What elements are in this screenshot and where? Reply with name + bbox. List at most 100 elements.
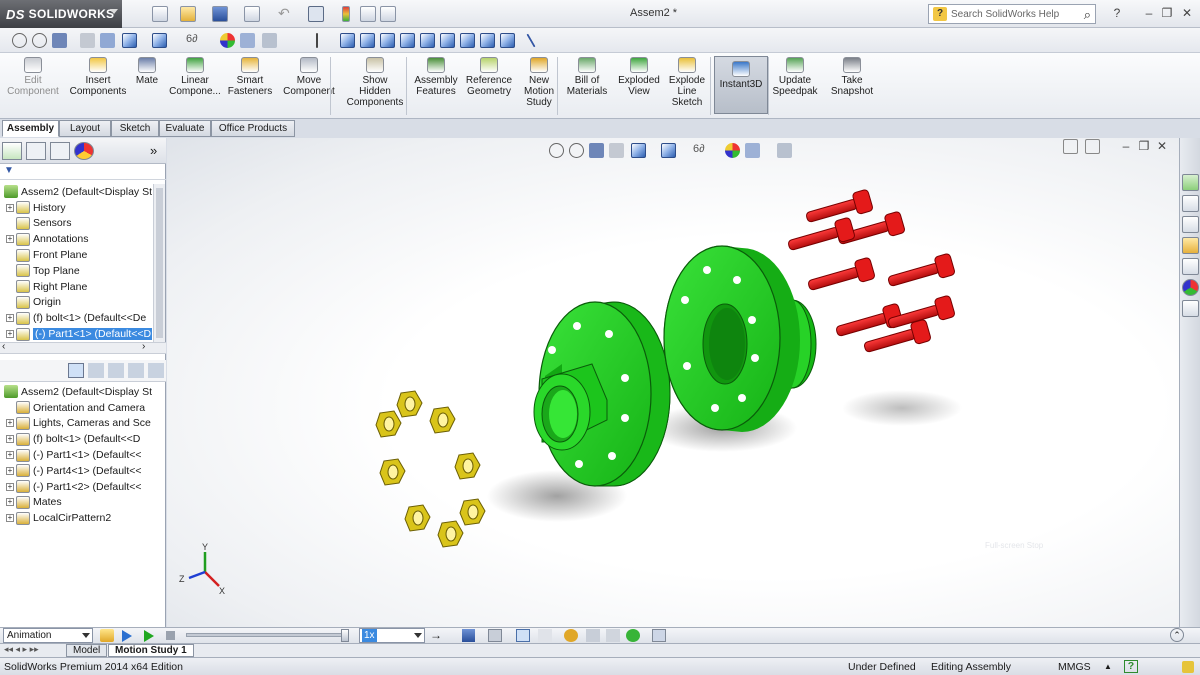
cmd-bill-of-materials-button[interactable]: Bill of Materials bbox=[564, 57, 610, 97]
filter-results-icon[interactable] bbox=[128, 363, 144, 378]
expand-icon[interactable]: + bbox=[6, 330, 14, 339]
displaymanager-tab-icon[interactable] bbox=[74, 142, 94, 160]
help-menu-icon[interactable]: ? bbox=[1110, 6, 1124, 20]
expand-icon[interactable]: + bbox=[6, 498, 14, 507]
tab-assembly[interactable]: Assembly bbox=[2, 120, 59, 137]
flange-left[interactable] bbox=[533, 301, 671, 487]
tab-office-products[interactable]: Office Products bbox=[211, 120, 295, 137]
solidworks-menu-button[interactable]: DS SOLIDWORKS bbox=[0, 0, 122, 28]
tree-root[interactable]: Assem2 (Default<Display St bbox=[0, 384, 152, 400]
animation-wizard-icon[interactable] bbox=[488, 629, 502, 642]
back-view-icon[interactable] bbox=[360, 33, 375, 48]
cmd-reference-geometry-button[interactable]: Reference Geometry bbox=[463, 57, 515, 97]
cmd-assembly-features-button[interactable]: Assembly Features bbox=[411, 57, 461, 97]
tab-model[interactable]: Model bbox=[66, 644, 108, 657]
close-icon[interactable]: ✕ bbox=[1180, 6, 1194, 20]
tree-item[interactable]: + (-) Part1<1> (Default<<D bbox=[0, 326, 152, 342]
configurationmanager-tab-icon[interactable] bbox=[50, 142, 70, 160]
contact-icon[interactable] bbox=[606, 629, 620, 642]
expand-icon[interactable]: + bbox=[6, 466, 14, 475]
feature-tree-scrollbar[interactable] bbox=[153, 184, 165, 342]
tree-item[interactable]: Sensors bbox=[0, 216, 152, 232]
filter-animation-icon[interactable] bbox=[68, 363, 84, 378]
tree-item[interactable]: + Mates bbox=[0, 495, 152, 511]
nut[interactable] bbox=[459, 498, 486, 526]
rebuild-status-icon[interactable] bbox=[1182, 661, 1194, 673]
search-help-input[interactable]: ? Search SolidWorks Help ⌕ bbox=[928, 4, 1096, 24]
zoom-to-area-icon[interactable] bbox=[32, 33, 47, 48]
cmd-take-snapshot-button[interactable]: Take Snapshot bbox=[826, 57, 878, 97]
hide-show-icon[interactable] bbox=[152, 33, 167, 48]
new-document-icon[interactable] bbox=[152, 6, 168, 22]
expand-icon[interactable]: + bbox=[6, 314, 14, 323]
autokey-icon[interactable] bbox=[516, 629, 530, 642]
previous-view-icon[interactable] bbox=[52, 33, 67, 48]
right-view-icon[interactable] bbox=[400, 33, 415, 48]
tree-item[interactable]: Front Plane bbox=[0, 247, 152, 263]
cmd-edit-component-button[interactable]: Edit Component bbox=[4, 57, 62, 97]
custom-properties-icon[interactable] bbox=[1182, 300, 1199, 317]
results-plots-icon[interactable] bbox=[652, 629, 666, 642]
home-icon[interactable] bbox=[1182, 195, 1199, 212]
save-animation-icon[interactable] bbox=[462, 629, 475, 642]
play-icon[interactable] bbox=[144, 630, 154, 642]
left-view-icon[interactable] bbox=[380, 33, 395, 48]
bolt[interactable] bbox=[806, 257, 876, 296]
tree-item[interactable]: + (f) bolt<1> (Default<<D bbox=[0, 431, 152, 447]
expand-icon[interactable]: + bbox=[6, 482, 14, 491]
assembly-model[interactable]: Y X Z Full-screen Stop bbox=[167, 138, 1179, 627]
tree-item[interactable]: Origin bbox=[0, 295, 152, 311]
tab-sketch[interactable]: Sketch bbox=[111, 120, 159, 137]
expand-icon[interactable]: + bbox=[6, 435, 14, 444]
tab-layout[interactable]: Layout bbox=[59, 120, 111, 137]
options-icon[interactable] bbox=[380, 6, 396, 22]
units-selector[interactable]: MMGS bbox=[1058, 661, 1091, 673]
nut[interactable] bbox=[379, 458, 406, 486]
cmd-instant3d-button[interactable]: Instant3D bbox=[714, 56, 768, 114]
propertymanager-tab-icon[interactable] bbox=[26, 142, 46, 160]
cmd-new-motion-study-button[interactable]: New Motion Study bbox=[518, 57, 560, 108]
horizontal-scrollbar[interactable]: ‹ › bbox=[0, 341, 166, 354]
cmd-explode-line-sketch-button[interactable]: Explode Line Sketch bbox=[664, 57, 710, 108]
playback-slider[interactable] bbox=[186, 633, 346, 637]
bolt[interactable] bbox=[786, 217, 856, 256]
expand-icon[interactable]: + bbox=[6, 203, 14, 212]
expand-icon[interactable]: + bbox=[6, 419, 14, 428]
scene-icon[interactable] bbox=[240, 33, 255, 48]
playback-slider-thumb[interactable] bbox=[341, 629, 349, 642]
tree-item[interactable]: + (-) Part4<1> (Default<< bbox=[0, 463, 152, 479]
design-library-icon[interactable] bbox=[1182, 216, 1199, 233]
spring-icon[interactable] bbox=[586, 629, 600, 642]
tree-item[interactable]: + (-) Part1<1> (Default<< bbox=[0, 447, 152, 463]
normal-to-icon[interactable] bbox=[316, 33, 318, 48]
file-properties-icon[interactable] bbox=[360, 6, 376, 22]
tree-root[interactable]: Assem2 (Default<Display St bbox=[0, 184, 152, 200]
nut[interactable] bbox=[437, 520, 464, 548]
edit-appearance-icon[interactable]: 6∂ bbox=[186, 33, 201, 48]
open-folder-icon[interactable] bbox=[180, 6, 196, 22]
tab-motion-study-1[interactable]: Motion Study 1 bbox=[108, 644, 194, 657]
nut[interactable] bbox=[404, 504, 431, 532]
nuts[interactable] bbox=[375, 390, 486, 548]
bolt[interactable] bbox=[886, 253, 956, 292]
add-key-icon[interactable] bbox=[538, 629, 552, 642]
tree-item[interactable]: Orientation and Camera bbox=[0, 400, 152, 416]
playback-speed-select[interactable]: 1x bbox=[359, 628, 425, 643]
nut[interactable] bbox=[454, 452, 481, 480]
tree-item[interactable]: Top Plane bbox=[0, 263, 152, 279]
filter-driving-icon[interactable] bbox=[88, 363, 104, 378]
tree-item[interactable]: + Annotations bbox=[0, 231, 152, 247]
search-icon[interactable]: ⌕ bbox=[1084, 7, 1091, 23]
cmd-linear-compone-button[interactable]: Linear Compone... bbox=[168, 57, 222, 97]
tree-item[interactable]: + (-) Part1<2> (Default<< bbox=[0, 479, 152, 495]
scroll-left-icon[interactable]: ‹ bbox=[2, 341, 5, 352]
undo-icon[interactable]: ↶ bbox=[278, 6, 294, 22]
tree-item[interactable]: + LocalCirPattern2 bbox=[0, 510, 152, 526]
study-type-select[interactable]: Animation bbox=[3, 628, 93, 643]
bottom-view-icon[interactable] bbox=[440, 33, 455, 48]
motor-icon[interactable] bbox=[564, 629, 578, 642]
view-settings-icon[interactable] bbox=[262, 33, 277, 48]
cmd-exploded-view-button[interactable]: Exploded View bbox=[614, 57, 664, 97]
solidworks-resources-icon[interactable] bbox=[1182, 174, 1199, 191]
expand-icon[interactable]: + bbox=[6, 514, 14, 523]
